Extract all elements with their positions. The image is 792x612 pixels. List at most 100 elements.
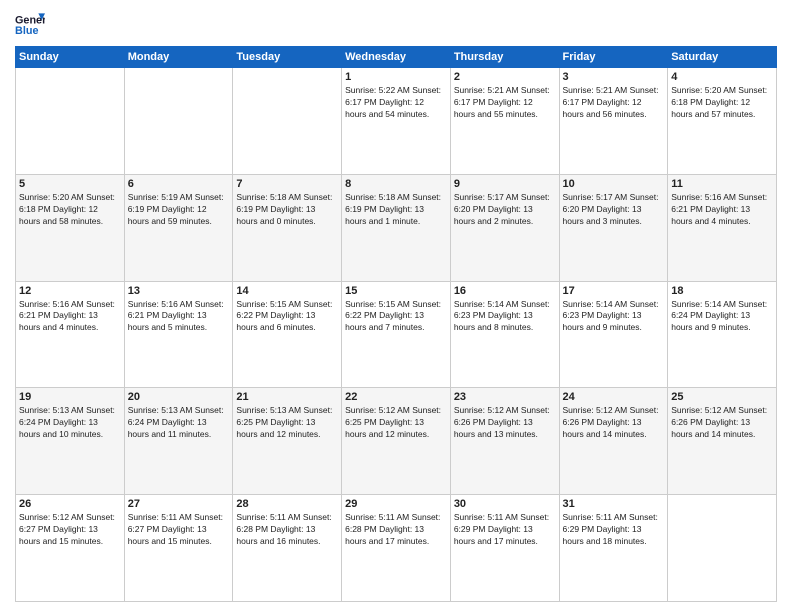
logo: General Blue — [15, 10, 49, 40]
day-number: 20 — [128, 391, 230, 403]
calendar-cell — [668, 495, 777, 602]
day-number: 16 — [454, 285, 556, 297]
calendar-cell: 11Sunrise: 5:16 AM Sunset: 6:21 PM Dayli… — [668, 174, 777, 281]
calendar-cell: 20 Sunrise: 5:13 AM Sunset: 6:24 PM Dayli… — [124, 388, 233, 495]
day-info: Sunrise: 5:15 AM Sunset: 6:22 PM Dayligh… — [236, 299, 338, 335]
calendar-table: SundayMondayTuesdayWednesdayThursdayFrid… — [15, 46, 777, 602]
week-row-1: 5Sunrise: 5:20 AM Sunset: 6:18 PM Daylig… — [16, 174, 777, 281]
day-number: 3 — [563, 71, 665, 83]
day-number: 27 — [128, 498, 230, 510]
day-number: 19 — [19, 391, 121, 403]
day-info: Sunrise: 5:12 AM Sunset: 6:25 PM Dayligh… — [345, 405, 447, 441]
calendar-cell — [16, 68, 125, 175]
calendar-cell — [124, 68, 233, 175]
calendar-cell: 19 Sunrise: 5:13 AM Sunset: 6:24 PM Dayli… — [16, 388, 125, 495]
calendar-cell: 22 Sunrise: 5:12 AM Sunset: 6:25 PM Dayli… — [342, 388, 451, 495]
calendar-cell: 25Sunrise: 5:12 AM Sunset: 6:26 PM Dayli… — [668, 388, 777, 495]
day-number: 4 — [671, 71, 773, 83]
day-info: Sunrise: 5:11 AM Sunset: 6:28 PM Dayligh… — [236, 512, 338, 548]
day-number: 26 — [19, 498, 121, 510]
day-number: 21 — [236, 391, 338, 403]
calendar-cell: 26Sunrise: 5:12 AM Sunset: 6:27 PM Dayli… — [16, 495, 125, 602]
weekday-header-tuesday: Tuesday — [233, 47, 342, 68]
day-number: 22 — [345, 391, 447, 403]
day-number: 10 — [563, 178, 665, 190]
day-info: Sunrise: 5:15 AM Sunset: 6:22 PM Dayligh… — [345, 299, 447, 335]
header: General Blue — [15, 10, 777, 40]
day-number: 18 — [671, 285, 773, 297]
day-info: Sunrise: 5:21 AM Sunset: 6:17 PM Dayligh… — [563, 85, 665, 121]
day-number: 28 — [236, 498, 338, 510]
day-number: 12 — [19, 285, 121, 297]
calendar-cell: 17Sunrise: 5:14 AM Sunset: 6:23 PM Dayli… — [559, 281, 668, 388]
day-info: Sunrise: 5:14 AM Sunset: 6:24 PM Dayligh… — [671, 299, 773, 335]
weekday-header-wednesday: Wednesday — [342, 47, 451, 68]
week-row-4: 26Sunrise: 5:12 AM Sunset: 6:27 PM Dayli… — [16, 495, 777, 602]
day-info: Sunrise: 5:17 AM Sunset: 6:20 PM Dayligh… — [454, 192, 556, 228]
day-info: Sunrise: 5:16 AM Sunset: 6:21 PM Dayligh… — [671, 192, 773, 228]
calendar-cell: 3 Sunrise: 5:21 AM Sunset: 6:17 PM Daylig… — [559, 68, 668, 175]
calendar-cell: 18 Sunrise: 5:14 AM Sunset: 6:24 PM Dayli… — [668, 281, 777, 388]
calendar-cell: 7 Sunrise: 5:18 AM Sunset: 6:19 PM Daylig… — [233, 174, 342, 281]
day-number: 15 — [345, 285, 447, 297]
calendar-cell: 13 Sunrise: 5:16 AM Sunset: 6:21 PM Dayli… — [124, 281, 233, 388]
calendar-cell: 23 Sunrise: 5:12 AM Sunset: 6:26 PM Dayli… — [450, 388, 559, 495]
calendar-cell: 4Sunrise: 5:20 AM Sunset: 6:18 PM Daylig… — [668, 68, 777, 175]
calendar-cell: 31 Sunrise: 5:11 AM Sunset: 6:29 PM Dayli… — [559, 495, 668, 602]
calendar-cell: 1Sunrise: 5:22 AM Sunset: 6:17 PM Daylig… — [342, 68, 451, 175]
day-number: 9 — [454, 178, 556, 190]
calendar-cell — [233, 68, 342, 175]
calendar-cell: 14 Sunrise: 5:15 AM Sunset: 6:22 PM Dayli… — [233, 281, 342, 388]
day-info: Sunrise: 5:13 AM Sunset: 6:24 PM Dayligh… — [19, 405, 121, 441]
calendar-cell: 9 Sunrise: 5:17 AM Sunset: 6:20 PM Daylig… — [450, 174, 559, 281]
day-info: Sunrise: 5:11 AM Sunset: 6:27 PM Dayligh… — [128, 512, 230, 548]
day-info: Sunrise: 5:13 AM Sunset: 6:25 PM Dayligh… — [236, 405, 338, 441]
day-info: Sunrise: 5:21 AM Sunset: 6:17 PM Dayligh… — [454, 85, 556, 121]
logo-icon: General Blue — [15, 10, 45, 40]
day-info: Sunrise: 5:17 AM Sunset: 6:20 PM Dayligh… — [563, 192, 665, 228]
calendar-cell: 12 Sunrise: 5:16 AM Sunset: 6:21 PM Dayli… — [16, 281, 125, 388]
day-info: Sunrise: 5:14 AM Sunset: 6:23 PM Dayligh… — [454, 299, 556, 335]
week-row-3: 19 Sunrise: 5:13 AM Sunset: 6:24 PM Dayli… — [16, 388, 777, 495]
day-info: Sunrise: 5:11 AM Sunset: 6:28 PM Dayligh… — [345, 512, 447, 548]
day-info: Sunrise: 5:11 AM Sunset: 6:29 PM Dayligh… — [454, 512, 556, 548]
day-info: Sunrise: 5:19 AM Sunset: 6:19 PM Dayligh… — [128, 192, 230, 228]
day-info: Sunrise: 5:18 AM Sunset: 6:19 PM Dayligh… — [236, 192, 338, 228]
day-info: Sunrise: 5:12 AM Sunset: 6:26 PM Dayligh… — [563, 405, 665, 441]
day-info: Sunrise: 5:16 AM Sunset: 6:21 PM Dayligh… — [128, 299, 230, 335]
day-info: Sunrise: 5:18 AM Sunset: 6:19 PM Dayligh… — [345, 192, 447, 228]
calendar-cell: 29Sunrise: 5:11 AM Sunset: 6:28 PM Dayli… — [342, 495, 451, 602]
page: General Blue SundayMondayTuesdayWednesda… — [0, 0, 792, 612]
day-number: 23 — [454, 391, 556, 403]
calendar-cell: 6 Sunrise: 5:19 AM Sunset: 6:19 PM Daylig… — [124, 174, 233, 281]
calendar-cell: 10 Sunrise: 5:17 AM Sunset: 6:20 PM Dayli… — [559, 174, 668, 281]
day-number: 13 — [128, 285, 230, 297]
weekday-header-saturday: Saturday — [668, 47, 777, 68]
day-number: 2 — [454, 71, 556, 83]
calendar-cell: 21 Sunrise: 5:13 AM Sunset: 6:25 PM Dayli… — [233, 388, 342, 495]
calendar-cell: 30Sunrise: 5:11 AM Sunset: 6:29 PM Dayli… — [450, 495, 559, 602]
weekday-header-row: SundayMondayTuesdayWednesdayThursdayFrid… — [16, 47, 777, 68]
day-number: 24 — [563, 391, 665, 403]
day-info: Sunrise: 5:16 AM Sunset: 6:21 PM Dayligh… — [19, 299, 121, 335]
week-row-2: 12 Sunrise: 5:16 AM Sunset: 6:21 PM Dayli… — [16, 281, 777, 388]
day-info: Sunrise: 5:12 AM Sunset: 6:26 PM Dayligh… — [671, 405, 773, 441]
day-number: 31 — [563, 498, 665, 510]
calendar-cell: 24 Sunrise: 5:12 AM Sunset: 6:26 PM Dayli… — [559, 388, 668, 495]
day-info: Sunrise: 5:13 AM Sunset: 6:24 PM Dayligh… — [128, 405, 230, 441]
day-number: 1 — [345, 71, 447, 83]
calendar-cell: 8Sunrise: 5:18 AM Sunset: 6:19 PM Daylig… — [342, 174, 451, 281]
day-number: 7 — [236, 178, 338, 190]
calendar-cell: 16 Sunrise: 5:14 AM Sunset: 6:23 PM Dayli… — [450, 281, 559, 388]
day-info: Sunrise: 5:12 AM Sunset: 6:26 PM Dayligh… — [454, 405, 556, 441]
svg-text:Blue: Blue — [15, 25, 38, 37]
day-number: 6 — [128, 178, 230, 190]
weekday-header-thursday: Thursday — [450, 47, 559, 68]
day-number: 17 — [563, 285, 665, 297]
day-info: Sunrise: 5:20 AM Sunset: 6:18 PM Dayligh… — [19, 192, 121, 228]
day-number: 14 — [236, 285, 338, 297]
week-row-0: 1Sunrise: 5:22 AM Sunset: 6:17 PM Daylig… — [16, 68, 777, 175]
calendar-cell: 5Sunrise: 5:20 AM Sunset: 6:18 PM Daylig… — [16, 174, 125, 281]
day-info: Sunrise: 5:11 AM Sunset: 6:29 PM Dayligh… — [563, 512, 665, 548]
calendar-cell: 28 Sunrise: 5:11 AM Sunset: 6:28 PM Dayli… — [233, 495, 342, 602]
